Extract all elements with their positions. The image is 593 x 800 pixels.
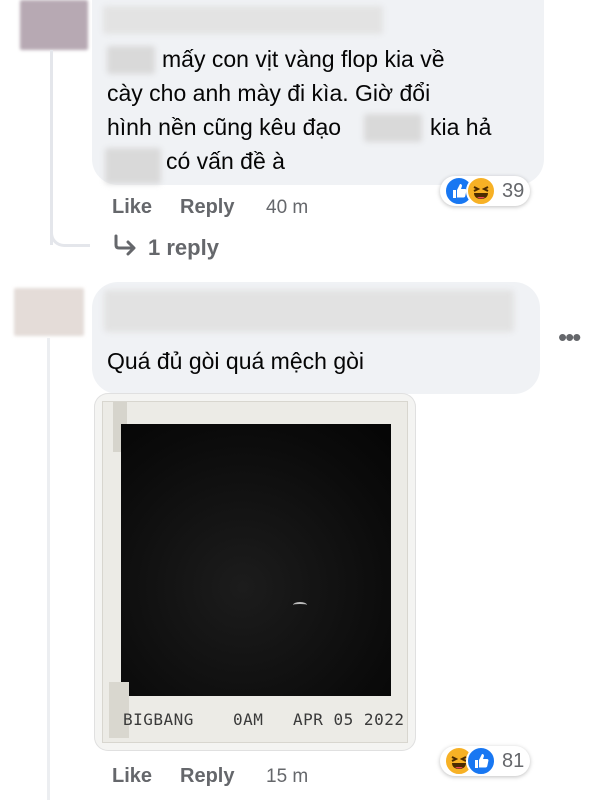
photo-glint bbox=[293, 602, 307, 608]
reaction-summary[interactable]: 81 bbox=[440, 746, 531, 776]
avatar[interactable] bbox=[14, 288, 84, 336]
redacted-text bbox=[364, 114, 422, 142]
commenter-name[interactable] bbox=[103, 6, 383, 34]
commenter-name[interactable] bbox=[104, 290, 514, 332]
reaction-summary[interactable]: 39 bbox=[440, 176, 531, 206]
reply-button[interactable]: Reply bbox=[180, 765, 234, 788]
view-replies-link[interactable]: 1 reply bbox=[112, 234, 219, 261]
photo-black-square bbox=[121, 424, 391, 696]
reply-arrow-icon bbox=[112, 234, 138, 261]
thread-line bbox=[50, 50, 53, 245]
like-icon bbox=[466, 746, 496, 776]
thread-line bbox=[47, 338, 50, 800]
comment-text-line: cày cho anh mày đi kìa. Giờ đổi bbox=[107, 80, 431, 106]
polaroid-card: BIGBANG 0AM APR 05 2022 bbox=[102, 401, 408, 743]
reaction-count: 39 bbox=[502, 179, 525, 202]
redacted-text bbox=[105, 148, 161, 184]
comment-text-line: hình nền cũng kêu đạo bbox=[107, 114, 342, 140]
more-options-icon[interactable]: ••• bbox=[558, 322, 581, 353]
comment-text-line: có vấn đề à bbox=[166, 148, 285, 174]
comment-text-line: kia hả bbox=[430, 114, 492, 140]
like-button[interactable]: Like bbox=[112, 196, 152, 219]
comment-timestamp[interactable]: 15 m bbox=[266, 766, 308, 788]
photo-caption-date: APR 05 2022 bbox=[293, 710, 405, 729]
comment-timestamp[interactable]: 40 m bbox=[266, 197, 308, 219]
haha-icon bbox=[466, 176, 496, 206]
like-button[interactable]: Like bbox=[112, 765, 152, 788]
redacted-text bbox=[107, 46, 155, 74]
comment-text-line: mấy con vịt vàng flop kia về bbox=[162, 46, 445, 72]
comment-photo[interactable]: BIGBANG 0AM APR 05 2022 bbox=[94, 393, 416, 751]
comment-text: Quá đủ gòi quá mệch gòi bbox=[107, 348, 365, 374]
reply-button[interactable]: Reply bbox=[180, 196, 234, 219]
replies-count-label: 1 reply bbox=[148, 234, 219, 260]
photo-caption-artist: BIGBANG bbox=[123, 710, 194, 729]
photo-caption-title: 0AM bbox=[233, 710, 264, 729]
thread-connector bbox=[50, 225, 90, 247]
avatar[interactable] bbox=[20, 0, 88, 50]
reaction-count: 81 bbox=[502, 749, 525, 772]
